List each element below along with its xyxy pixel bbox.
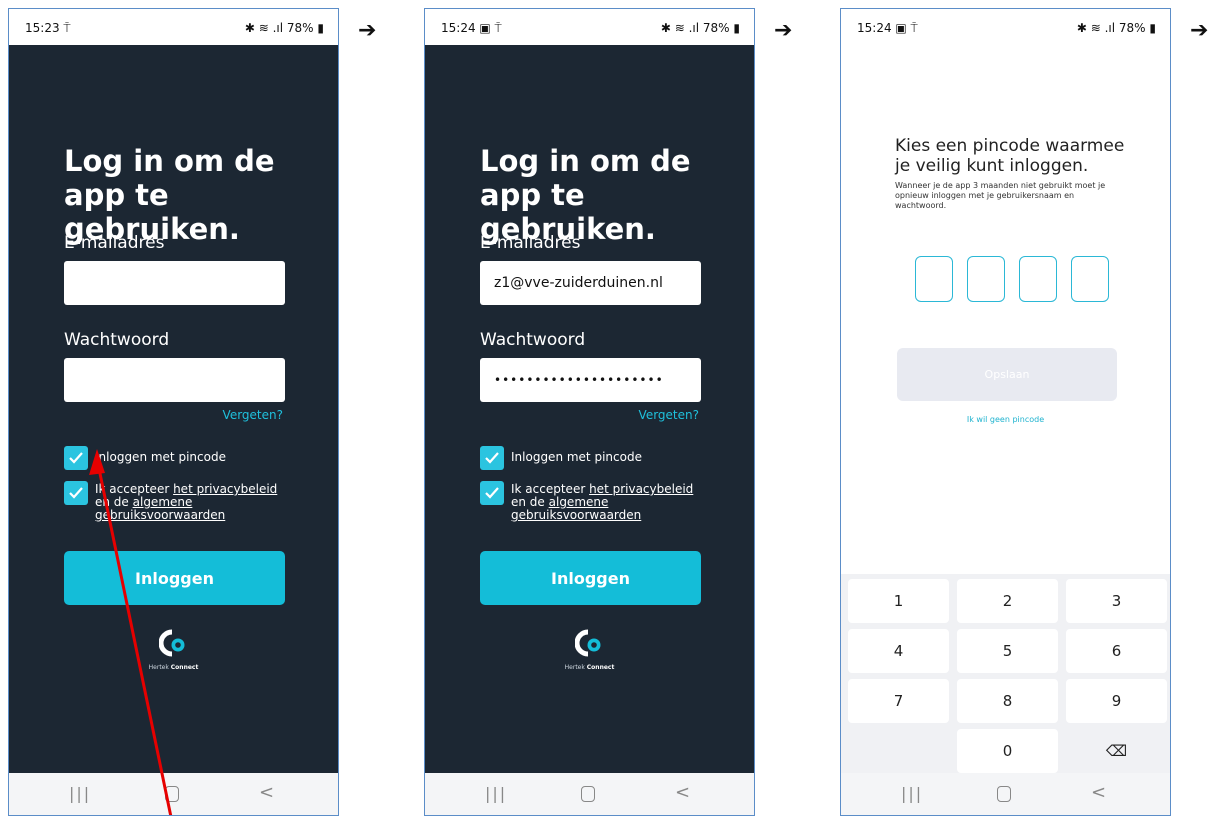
- key-8[interactable]: 8: [957, 679, 1058, 723]
- status-time: 15:24 ▣ ⍑: [857, 21, 918, 35]
- privacy-policy-link[interactable]: het privacybeleid: [589, 482, 693, 496]
- key-4[interactable]: 4: [848, 629, 949, 673]
- home-icon[interactable]: [997, 786, 1011, 802]
- login-button[interactable]: Inloggen: [480, 551, 701, 605]
- numeric-keypad: 1 2 3 4 5 6 7 8 9 0 ⌫: [841, 574, 1170, 776]
- status-icons: ✱ ≋ .ıl 78% ▮: [1076, 21, 1156, 35]
- key-3[interactable]: 3: [1066, 579, 1167, 623]
- status-bar: 15:24 ▣ ⍑ ✱ ≋ .ıl 78% ▮: [841, 9, 1170, 45]
- key-0[interactable]: 0: [957, 729, 1058, 773]
- pin-login-checkbox[interactable]: [480, 446, 504, 470]
- key-9[interactable]: 9: [1066, 679, 1167, 723]
- key-5[interactable]: 5: [957, 629, 1058, 673]
- forgot-password-link[interactable]: Vergeten?: [639, 408, 699, 422]
- backspace-icon[interactable]: ⌫: [1066, 729, 1167, 773]
- logo-text-b: Connect: [586, 664, 615, 671]
- pin-subtitle: Wanneer je de app 3 maanden niet gebruik…: [895, 181, 1106, 210]
- terms-checkbox[interactable]: [480, 481, 504, 505]
- no-pin-link[interactable]: Ik wil geen pincode: [841, 415, 1170, 424]
- status-time: 15:24 ▣ ⍑: [441, 21, 502, 35]
- logo-text-a: Hertek: [564, 664, 587, 671]
- phone-screen-login-empty: 15:23 ⍑ ✱ ≋ .ıl 78% ▮ Log in om de app t…: [8, 8, 339, 816]
- key-2[interactable]: 2: [957, 579, 1058, 623]
- check-icon: [485, 452, 499, 464]
- flow-arrow-2: ➔: [774, 18, 793, 43]
- pin-digit-4[interactable]: [1071, 256, 1109, 302]
- android-nav-bar: ||| <: [425, 773, 754, 815]
- recent-apps-icon[interactable]: |||: [901, 784, 923, 803]
- android-nav-bar: ||| <: [841, 773, 1170, 815]
- home-icon[interactable]: [581, 786, 595, 802]
- password-field[interactable]: [480, 358, 701, 402]
- terms-text-a: Ik accepteer: [511, 482, 590, 496]
- pin-login-label: Inloggen met pincode: [511, 450, 642, 464]
- flow-arrow-3: ➔: [1190, 18, 1209, 43]
- password-label: Wachtwoord: [480, 330, 586, 350]
- phone-screen-pin-setup: 15:24 ▣ ⍑ ✱ ≋ .ıl 78% ▮ Kies een pincode…: [840, 8, 1171, 816]
- back-icon[interactable]: <: [1091, 782, 1106, 803]
- key-6[interactable]: 6: [1066, 629, 1167, 673]
- status-bar: 15:24 ▣ ⍑ ✱ ≋ .ıl 78% ▮: [425, 9, 754, 45]
- annotation-arrow-icon: [89, 449, 173, 815]
- save-button[interactable]: Opslaan: [897, 348, 1117, 401]
- pin-title: Kies een pincode waarmee je veilig kunt …: [895, 136, 1125, 176]
- email-label: E-mailadres: [480, 233, 581, 253]
- back-icon[interactable]: <: [675, 782, 690, 803]
- key-1[interactable]: 1: [848, 579, 949, 623]
- pin-digit-1[interactable]: [915, 256, 953, 302]
- hertek-connect-logo: Hertek Connect: [425, 629, 754, 679]
- email-field[interactable]: [480, 261, 701, 305]
- page-title: Log in om de app te gebruiken.: [480, 144, 691, 246]
- key-7[interactable]: 7: [848, 679, 949, 723]
- pin-digit-2[interactable]: [967, 256, 1005, 302]
- status-icons: ✱ ≋ .ıl 78% ▮: [660, 21, 740, 35]
- flow-arrow-1: ➔: [358, 18, 377, 43]
- check-icon: [485, 487, 499, 499]
- terms-text-b: en de: [511, 495, 549, 509]
- terms-label: Ik accepteer het privacybeleid en de alg…: [511, 483, 711, 522]
- recent-apps-icon[interactable]: |||: [485, 784, 507, 803]
- pin-digit-3[interactable]: [1019, 256, 1057, 302]
- connect-logo-icon: [574, 629, 600, 657]
- phone-screen-login-filled: 15:24 ▣ ⍑ ✱ ≋ .ıl 78% ▮ Log in om de app…: [424, 8, 755, 816]
- logo-text: Hertek Connect: [425, 664, 754, 671]
